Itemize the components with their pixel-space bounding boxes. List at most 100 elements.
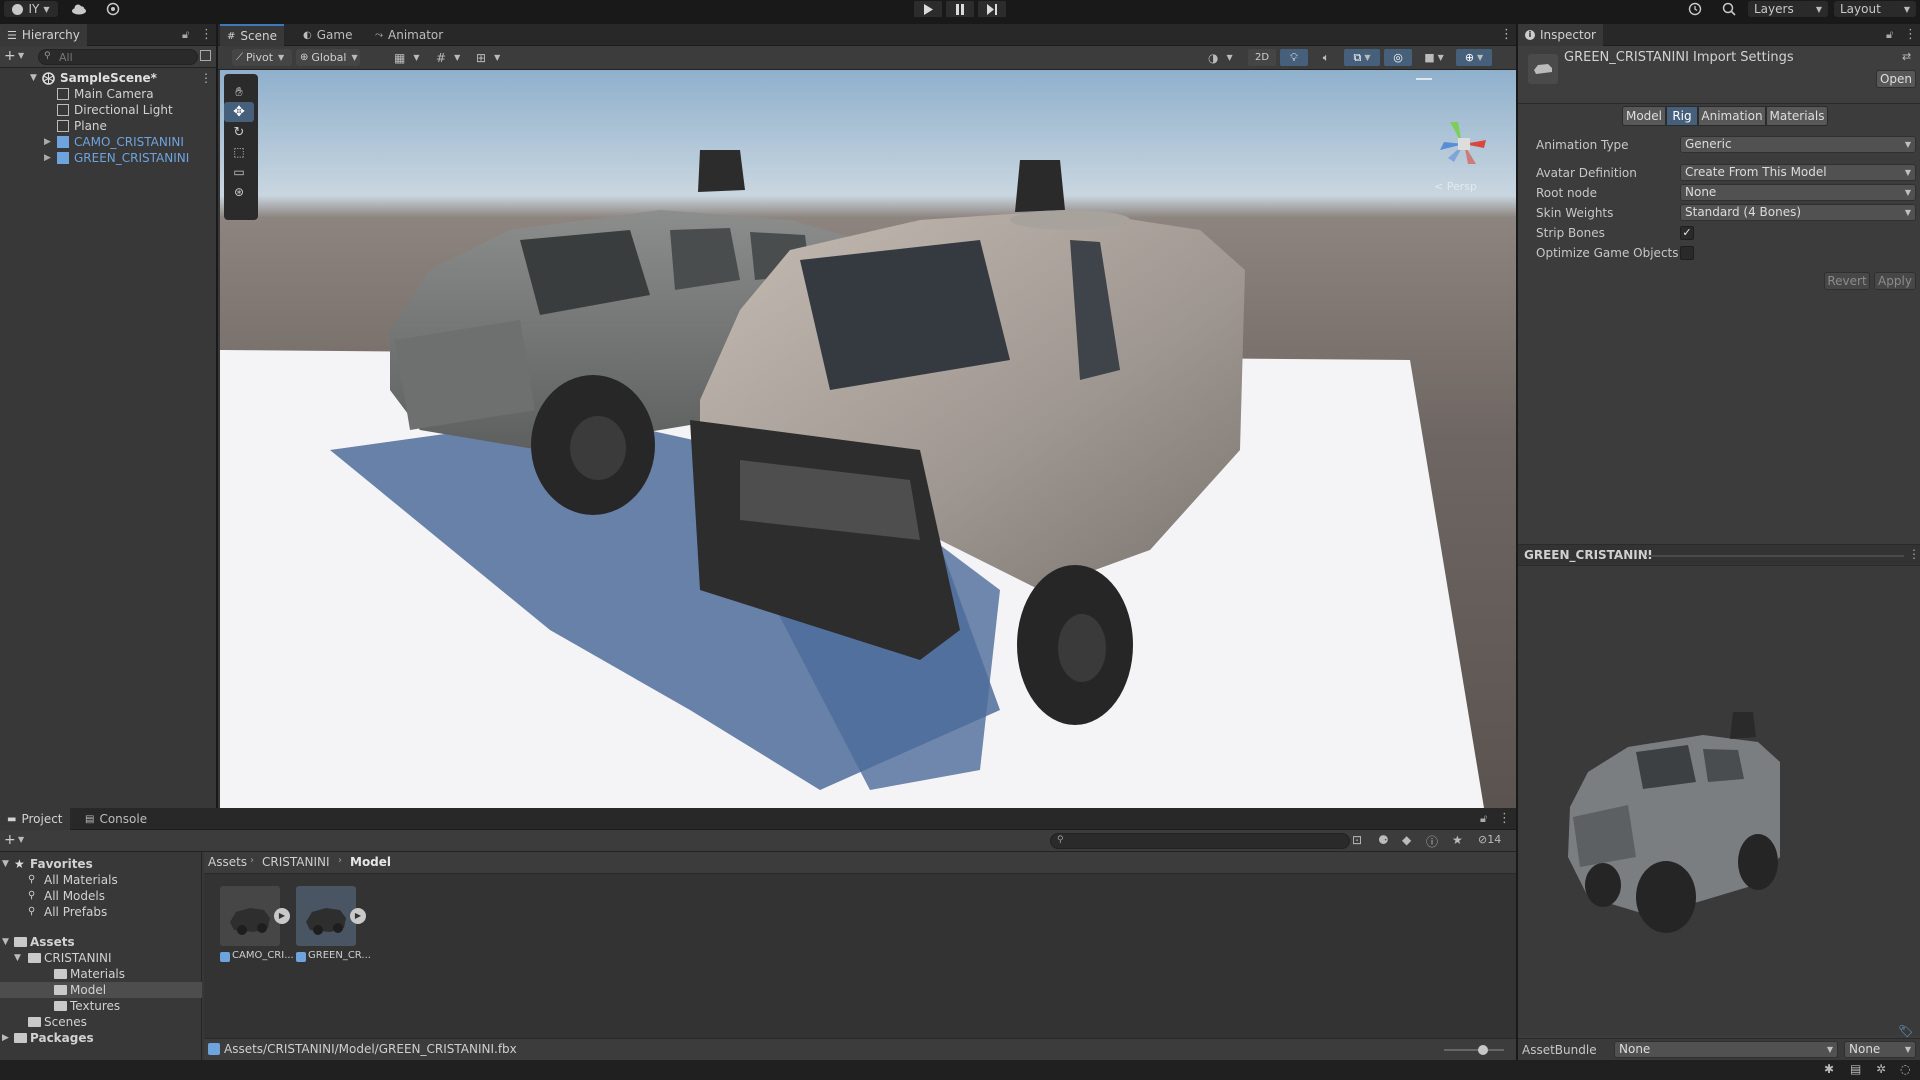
hidden-packages-toggle[interactable]: ⊘14 bbox=[1478, 833, 1501, 846]
draw-mode-button[interactable]: ◑ ▼ bbox=[1208, 49, 1242, 66]
layers-dropdown[interactable]: Layers ▼ bbox=[1748, 1, 1828, 17]
skin-weights-dropdown[interactable]: Standard (4 Bones) ▼ bbox=[1680, 204, 1916, 221]
hierarchy-item[interactable]: Main Camera bbox=[0, 86, 216, 102]
root-node-dropdown[interactable]: None ▼ bbox=[1680, 184, 1916, 201]
rect-tool[interactable]: ▭ bbox=[224, 162, 254, 182]
folder-item[interactable]: Scenes bbox=[0, 1014, 202, 1030]
progress-icon[interactable]: ◌ bbox=[1900, 1062, 1910, 1076]
favorite-star-icon[interactable]: ★ bbox=[1452, 833, 1463, 847]
tab-animation[interactable]: Animation bbox=[1698, 106, 1766, 126]
more-icon[interactable]: ⋮ bbox=[1500, 27, 1513, 42]
settings-sliders-icon[interactable]: ⇄ bbox=[1902, 50, 1911, 63]
tab-rig[interactable]: Rig bbox=[1666, 106, 1698, 126]
apply-button[interactable]: Apply bbox=[1874, 272, 1916, 290]
search-button[interactable] bbox=[1716, 1, 1742, 17]
chevron-down-icon[interactable]: ▼ bbox=[18, 51, 24, 60]
audio-toggle[interactable]: 🔈︎ bbox=[1312, 49, 1340, 66]
grid-snap-button[interactable]: ▦ ▼ bbox=[394, 49, 428, 66]
move-tool[interactable]: ✥ bbox=[224, 102, 254, 122]
revert-button[interactable]: Revert bbox=[1824, 272, 1870, 290]
more-icon[interactable]: ⋮ bbox=[1904, 27, 1917, 42]
optimize-game-objects-checkbox[interactable] bbox=[1680, 246, 1694, 260]
icon-size-slider[interactable] bbox=[1444, 1045, 1504, 1055]
favorite-item[interactable]: ⚲ All Materials bbox=[0, 872, 202, 888]
grid-visibility-button[interactable]: # ▼ bbox=[436, 49, 470, 66]
folder-item[interactable]: Materials bbox=[0, 966, 202, 982]
hidden-objects-toggle[interactable]: ◎ bbox=[1384, 49, 1412, 66]
tab-game[interactable]: ◐ Game bbox=[296, 24, 359, 46]
history-button[interactable] bbox=[1682, 1, 1708, 17]
play-button[interactable] bbox=[914, 1, 942, 17]
bug-icon[interactable]: ✱ bbox=[1824, 1062, 1834, 1076]
add-icon[interactable]: + bbox=[4, 48, 16, 64]
more-icon[interactable]: ⋮ bbox=[1498, 811, 1511, 826]
project-search[interactable]: ⚲ bbox=[1050, 833, 1350, 849]
hierarchy-item[interactable]: Plane bbox=[0, 118, 216, 134]
tab-inspector[interactable]: i Inspector bbox=[1518, 24, 1603, 46]
rotate-tool[interactable]: ↻ bbox=[224, 122, 254, 142]
lock-icon[interactable]: 🔓︎ bbox=[1480, 812, 1487, 826]
search-by-label-icon[interactable]: ⚈ bbox=[1378, 833, 1389, 847]
favorite-item[interactable]: ⚲ All Prefabs bbox=[0, 904, 202, 920]
expand-asset-button[interactable]: ▶ bbox=[274, 908, 290, 924]
asset-tile[interactable]: ▶ CAMO_CRI... bbox=[220, 886, 296, 972]
folder-item[interactable]: Textures bbox=[0, 998, 202, 1014]
effects-toggle[interactable]: ⧉ ▼ bbox=[1344, 49, 1380, 66]
increment-snap-button[interactable]: ⊞ ▼ bbox=[476, 49, 510, 66]
log-filter-icon[interactable]: ⓘ bbox=[1426, 833, 1438, 850]
tab-materials[interactable]: Materials bbox=[1766, 106, 1828, 126]
chevron-down-icon[interactable]: ▼ bbox=[18, 835, 24, 844]
open-button[interactable]: Open bbox=[1876, 70, 1916, 88]
layout-dropdown[interactable]: Layout ▼ bbox=[1834, 1, 1916, 17]
scale-tool[interactable]: ⬚ bbox=[224, 142, 254, 162]
transform-tool[interactable]: ⊛ bbox=[224, 182, 254, 202]
expand-arrow-icon[interactable]: ▶ bbox=[2, 1030, 9, 1046]
gizmos-toggle[interactable]: ⊕ ▼ bbox=[1456, 49, 1492, 66]
asset-tile[interactable]: ▶ GREEN_CR... bbox=[296, 886, 372, 972]
add-icon[interactable]: + bbox=[4, 832, 16, 848]
assetbundle-dropdown[interactable]: None ▼ bbox=[1614, 1041, 1838, 1058]
hand-tool[interactable]: ✋︎ bbox=[224, 82, 254, 102]
pause-button[interactable] bbox=[946, 1, 974, 17]
pivot-toggle[interactable]: ⟋ Pivot ▼ bbox=[232, 49, 292, 66]
breadcrumb-model[interactable]: Model bbox=[350, 855, 391, 869]
more-icon[interactable]: ⋮ bbox=[1908, 547, 1920, 561]
tag-filter-icon[interactable]: ◆ bbox=[1402, 833, 1411, 847]
expand-arrow-icon[interactable]: ▼ bbox=[30, 70, 37, 86]
hierarchy-item[interactable]: Directional Light bbox=[0, 102, 216, 118]
expand-arrow-icon[interactable]: ▼ bbox=[14, 950, 21, 966]
step-button[interactable] bbox=[978, 1, 1006, 17]
assetbundle-variant-dropdown[interactable]: None ▼ bbox=[1844, 1041, 1916, 1058]
lighting-toggle[interactable]: 💡︎ bbox=[1280, 49, 1308, 66]
scene-visibility-icon[interactable] bbox=[200, 50, 211, 61]
breadcrumb-assets[interactable]: Assets bbox=[208, 855, 247, 869]
search-by-type-icon[interactable]: ⊡ bbox=[1352, 833, 1362, 847]
perspective-label[interactable]: < Persp bbox=[1434, 180, 1477, 193]
hierarchy-item[interactable]: ▶ GREEN_CRISTANINI bbox=[0, 150, 216, 166]
camera-settings-button[interactable]: ■ ▼ bbox=[1416, 49, 1452, 66]
expand-arrow-icon[interactable]: ▼ bbox=[2, 856, 9, 872]
lock-icon[interactable]: 🔓︎ bbox=[1886, 28, 1893, 42]
debug-mode-icon[interactable]: ✲ bbox=[1876, 1062, 1886, 1076]
expand-asset-button[interactable]: ▶ bbox=[350, 908, 366, 924]
strip-bones-checkbox[interactable]: ✓ bbox=[1680, 226, 1694, 240]
tab-model[interactable]: Model bbox=[1622, 106, 1666, 126]
tab-project[interactable]: ▬ Project bbox=[0, 808, 70, 830]
folder-item[interactable]: ▼ CRISTANINI bbox=[0, 950, 202, 966]
favorites-row[interactable]: ▼ ★ Favorites bbox=[0, 856, 202, 872]
lock-icon[interactable]: 🔓︎ bbox=[182, 28, 189, 42]
scene-row[interactable]: ▼ SampleScene* ⋮ bbox=[0, 70, 216, 86]
network-icon[interactable]: ▤ bbox=[1850, 1062, 1861, 1076]
2d-toggle[interactable]: 2D bbox=[1248, 49, 1276, 66]
packages-row[interactable]: ▶ Packages bbox=[0, 1030, 202, 1046]
collab-button[interactable] bbox=[100, 1, 126, 17]
tab-console[interactable]: ▤ Console bbox=[78, 808, 154, 830]
avatar-definition-dropdown[interactable]: Create From This Model ▼ bbox=[1680, 164, 1916, 181]
model-preview[interactable] bbox=[1518, 567, 1920, 1035]
tab-animator[interactable]: ⤳ Animator bbox=[368, 24, 450, 46]
hierarchy-search[interactable]: ⚲ All bbox=[38, 49, 198, 65]
scene-viewport[interactable]: < Persp ✋︎ ✥ ↻ ⬚ ▭ ⊛ bbox=[220, 70, 1516, 808]
more-icon[interactable]: ⋮ bbox=[200, 70, 212, 86]
more-icon[interactable]: ⋮ bbox=[200, 27, 213, 42]
favorite-item[interactable]: ⚲ All Models bbox=[0, 888, 202, 904]
